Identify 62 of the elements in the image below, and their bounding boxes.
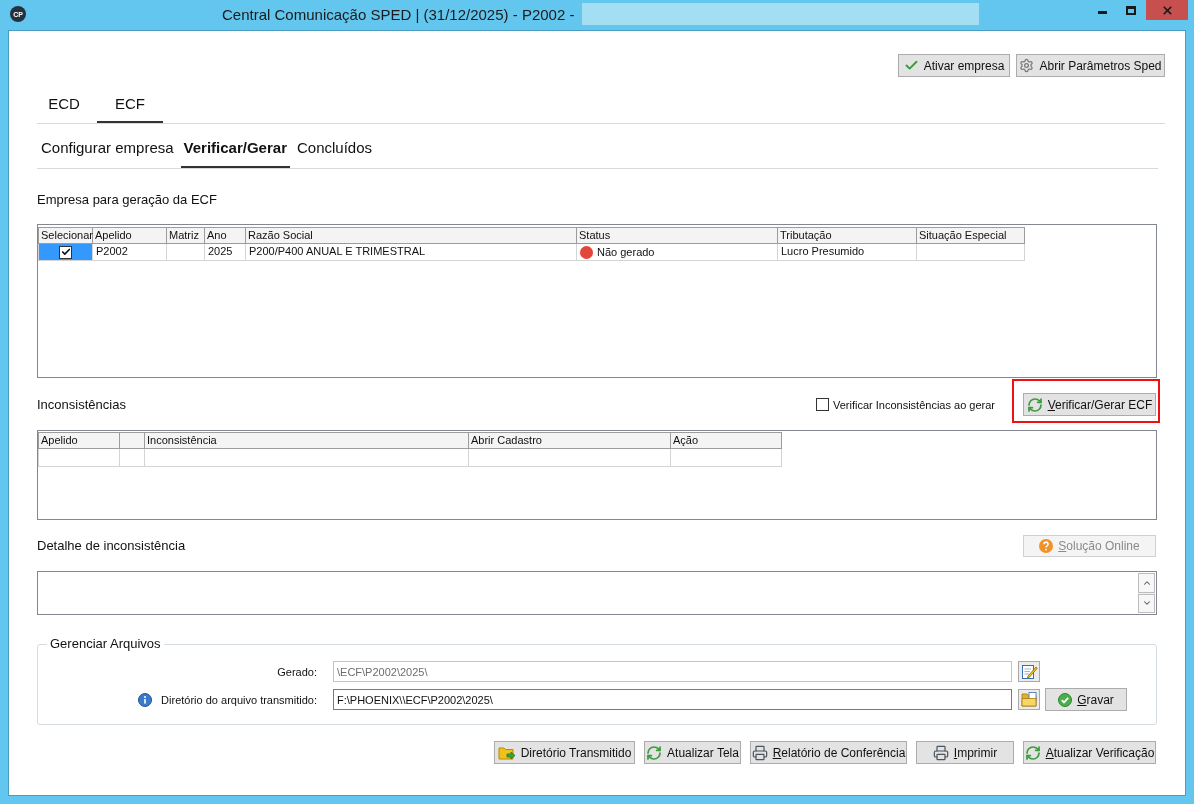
- table-cell: P2002: [93, 244, 167, 261]
- column-header[interactable]: Ano: [205, 227, 246, 244]
- refresh-icon: [1026, 396, 1043, 413]
- field-label: Gerado:: [277, 664, 317, 679]
- column-header[interactable]: Situação Especial: [917, 227, 1025, 244]
- refresh-icon: [646, 744, 663, 761]
- section-title: Inconsistências: [37, 396, 126, 413]
- save-button[interactable]: Gravar: [1045, 688, 1127, 711]
- table-cell: [167, 244, 205, 261]
- column-header[interactable]: Apelido: [93, 227, 167, 244]
- edit-path-button[interactable]: [1018, 661, 1040, 682]
- refresh-screen-button[interactable]: Atualizar Tela: [644, 741, 741, 764]
- browse-folder-button[interactable]: [1018, 689, 1040, 710]
- verify-generate-button[interactable]: Verificar/Gerar ECF: [1023, 393, 1156, 416]
- group-title: Gerenciar Arquivos: [47, 636, 164, 652]
- table-cell: Lucro Presumido: [778, 244, 917, 261]
- refresh-icon: [1024, 744, 1041, 761]
- tab[interactable]: Configurar empresa: [38, 130, 177, 168]
- conference-report-button[interactable]: Relatório de Conferência: [750, 741, 907, 764]
- open-parameters-button[interactable]: Abrir Parâmetros Sped: [1016, 54, 1165, 77]
- column-header[interactable]: Ação: [671, 432, 782, 449]
- table-cell: P200/P400 ANUAL E TRIMESTRAL: [246, 244, 577, 261]
- printer-icon: [751, 744, 768, 761]
- column-header[interactable]: Inconsistência: [145, 432, 469, 449]
- help-icon: [1039, 539, 1054, 553]
- transmitted-directory-button[interactable]: Diretório Transmitido: [494, 741, 635, 764]
- section-title: Empresa para geração da ECF: [37, 192, 217, 208]
- row-checkbox[interactable]: [59, 245, 72, 259]
- folder-icon: [1020, 691, 1038, 708]
- print-button[interactable]: Imprimir: [916, 741, 1014, 764]
- check-circle-icon: [1058, 692, 1073, 707]
- activate-company-button[interactable]: Ativar empresa: [898, 54, 1010, 77]
- check-icon: [903, 58, 919, 73]
- table-cell: 2025: [205, 244, 246, 261]
- check-icon: [60, 247, 71, 257]
- status-text: Não gerado: [597, 244, 655, 260]
- field-label: Diretório do arquivo transmitido:: [161, 692, 317, 707]
- info-icon: [138, 692, 153, 707]
- verify-checkbox[interactable]: [815, 398, 829, 411]
- maximize-icon: [1125, 5, 1136, 15]
- column-header[interactable]: Razão Social: [246, 227, 577, 244]
- column-header[interactable]: Tributação: [778, 227, 917, 244]
- column-header[interactable]: Matriz: [167, 227, 205, 244]
- transmitted-path-field[interactable]: F:\PHOENIX\\ECF\P2002\2025\: [333, 689, 1012, 710]
- window-title: Central Comunicação SPED | (31/12/2025) - P2002 -: [222, 6, 575, 23]
- column-header[interactable]: Selecionar: [38, 227, 93, 244]
- column-header[interactable]: Abrir Cadastro: [469, 432, 671, 449]
- section-title: Detalhe de inconsistência: [37, 538, 186, 554]
- tab[interactable]: Concluídos: [293, 130, 375, 168]
- checkbox-label[interactable]: Verificar Inconsistências ao gerar: [832, 397, 995, 412]
- minimize-icon: [1097, 11, 1107, 14]
- table-cell[interactable]: [38, 244, 93, 261]
- column-header[interactable]: Status: [577, 227, 778, 244]
- tab[interactable]: Verificar/Gerar: [180, 130, 290, 168]
- printer-icon: [932, 744, 949, 761]
- column-header[interactable]: Apelido: [38, 432, 120, 449]
- notepad-pencil-icon: [1020, 663, 1038, 680]
- tab[interactable]: ECF: [97, 88, 163, 123]
- close-icon: [1160, 3, 1174, 17]
- refresh-verification-button[interactable]: Atualizar Verificação: [1023, 741, 1156, 764]
- tab[interactable]: ECD: [31, 88, 97, 123]
- settings-icon: [1019, 58, 1035, 73]
